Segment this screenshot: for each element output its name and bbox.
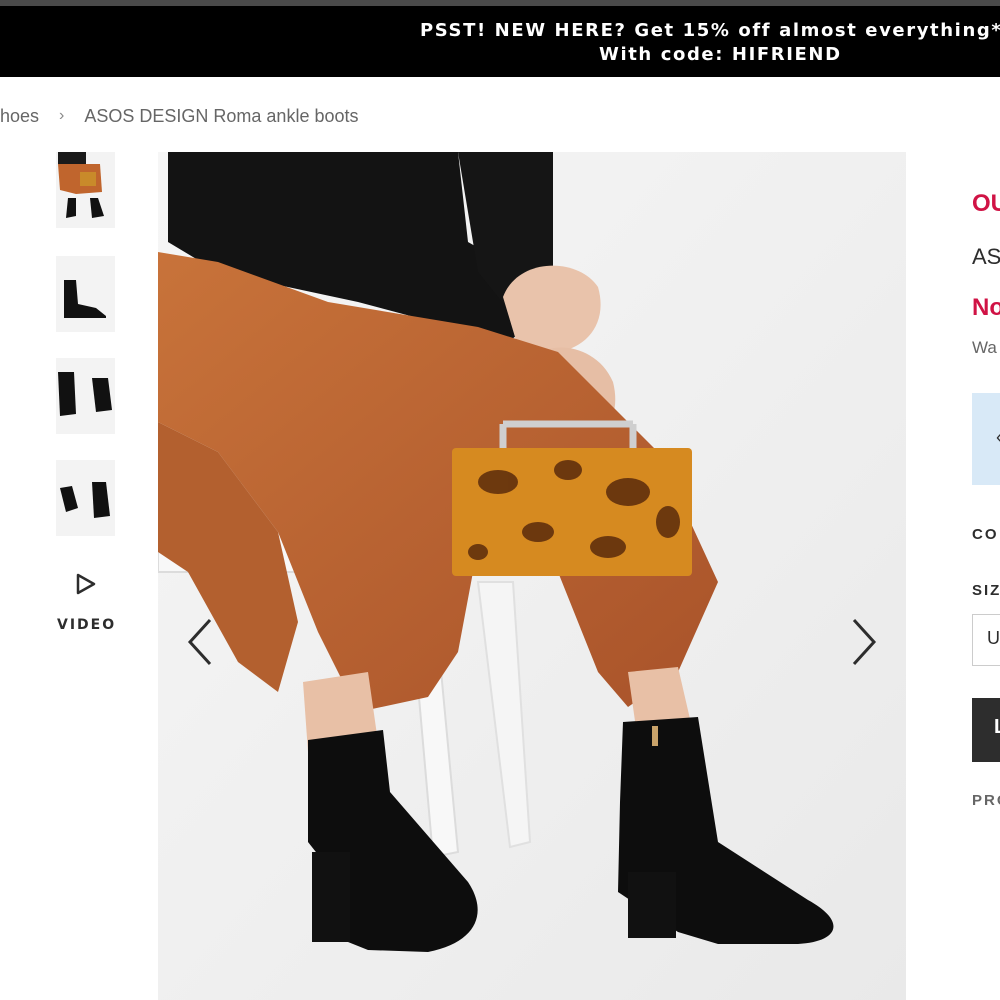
breadcrumb: hoes › ASOS DESIGN Roma ankle boots (0, 104, 359, 128)
thumbnail-3[interactable] (56, 358, 115, 434)
add-to-bag-button[interactable]: L (972, 698, 1000, 762)
size-select-value: U (987, 628, 1000, 648)
thumbnail-1[interactable] (56, 152, 115, 228)
thumbnail-4[interactable] (56, 460, 115, 536)
size-select[interactable]: U (972, 614, 1000, 666)
promo-headline: PSST! NEW HERE? Get 15% off almost every… (420, 20, 1000, 41)
video-label[interactable]: VIDEO (57, 617, 116, 633)
product-price: No (972, 294, 1000, 321)
size-label: SIZ (972, 582, 1000, 599)
add-to-bag-label: L (994, 716, 1000, 739)
info-banner[interactable]: ‹ (972, 393, 1000, 485)
thumbnail-4-image (56, 460, 115, 536)
previous-image-button[interactable] (180, 612, 220, 672)
promo-banner[interactable]: PSST! NEW HERE? Get 15% off almost every… (0, 6, 1000, 77)
stock-status: OU (972, 190, 1000, 217)
thumbnail-1-image (56, 152, 115, 228)
play-icon[interactable] (74, 572, 98, 596)
promo-code-text: With code: HIFRIEND (599, 44, 842, 65)
thumbnail-3-image (56, 358, 115, 434)
promo-section-label: PRO (972, 792, 1000, 809)
colour-label: CO (972, 526, 999, 543)
product-info-panel: OU AS No Wa ‹ CO SIZ U L PRO (970, 180, 1000, 1000)
thumbnail-2-image (56, 256, 115, 332)
breadcrumb-parent-link[interactable]: hoes (0, 106, 39, 127)
product-title: AS (972, 244, 1000, 269)
breadcrumb-current: ASOS DESIGN Roma ankle boots (84, 105, 359, 126)
chevron-left-icon: ‹ (996, 427, 1000, 448)
product-main-image (158, 152, 906, 1000)
product-photo (158, 152, 906, 1000)
was-price: Wa (972, 338, 997, 357)
next-image-button[interactable] (844, 612, 884, 672)
thumbnail-2[interactable] (56, 256, 115, 332)
breadcrumb-separator: › (59, 107, 65, 124)
